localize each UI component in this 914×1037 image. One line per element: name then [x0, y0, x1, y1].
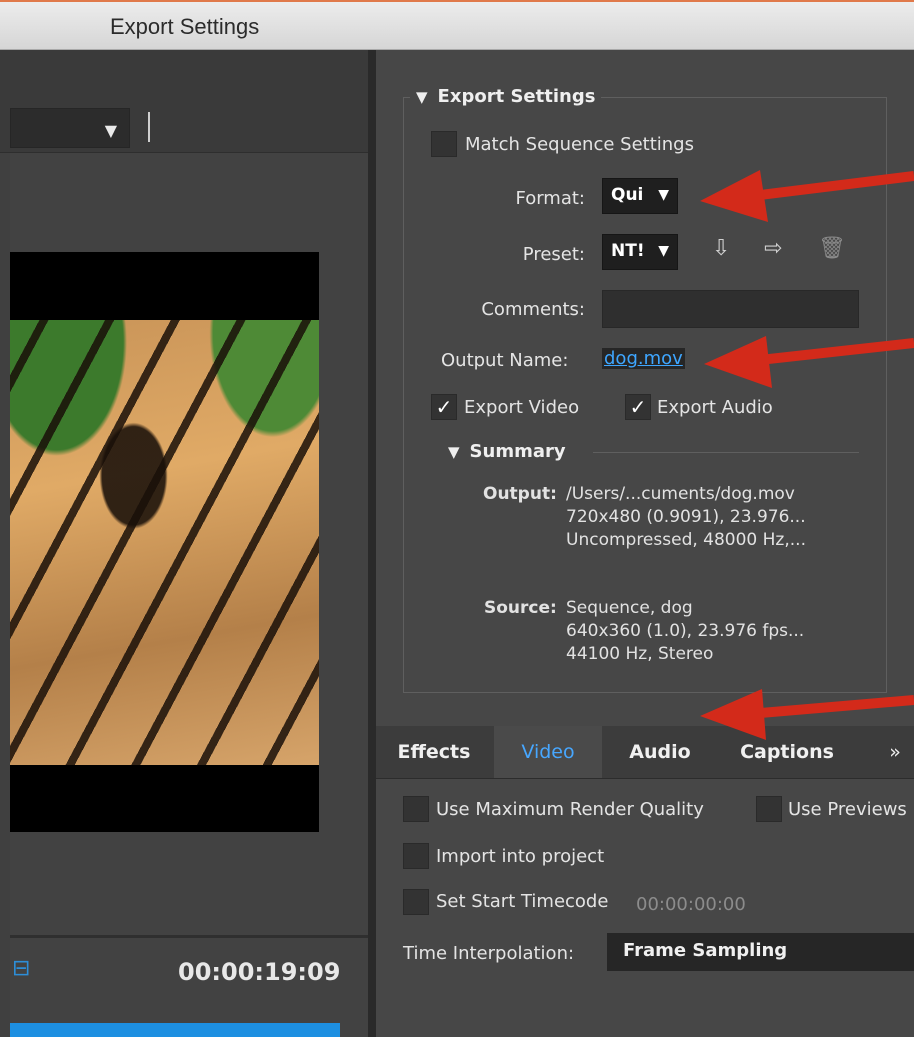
output-annotation-arrow — [704, 336, 914, 388]
tabs-annotation-arrow — [700, 689, 914, 740]
annotation-arrows — [700, 170, 914, 740]
format-annotation-arrow — [700, 170, 914, 222]
